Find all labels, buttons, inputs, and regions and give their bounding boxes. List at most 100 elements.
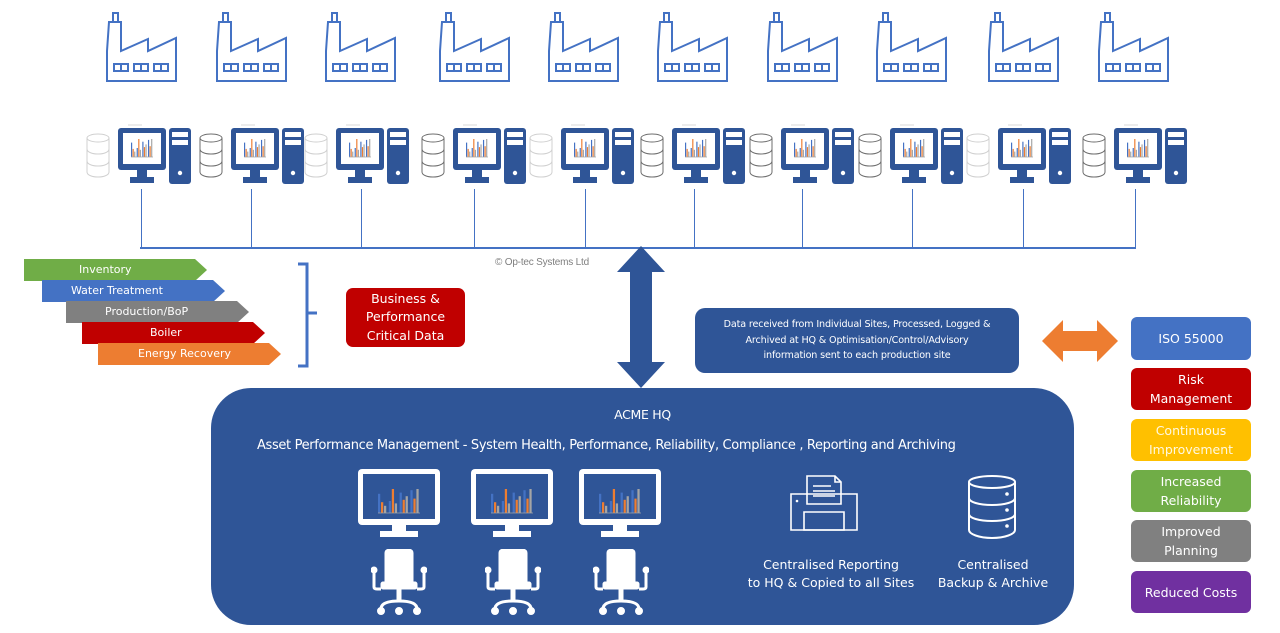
- benefit-label: Reliability: [1160, 493, 1222, 508]
- office-chair-icon: [593, 549, 649, 615]
- category-label: Inventory: [79, 263, 132, 276]
- pc-tower-icon: [504, 128, 526, 184]
- monitor-icon: [781, 128, 829, 183]
- factory-icon: [548, 10, 620, 82]
- network-drop-line: [1135, 189, 1137, 248]
- factory-icon: [1098, 10, 1170, 82]
- benefit-iso-55000: ISO 55000: [1131, 317, 1251, 360]
- critical-data-line: Business &: [371, 290, 440, 306]
- backup-caption-line: Centralised: [957, 557, 1029, 572]
- database-icon: [858, 133, 882, 178]
- network-drop-line: [141, 189, 143, 248]
- site-workstation: [421, 124, 541, 190]
- hq-subtitle: Asset Performance Management - System He…: [257, 438, 956, 453]
- pc-tower-icon: [723, 128, 745, 184]
- benefit-improved-planning: Improved Planning: [1131, 520, 1251, 562]
- bidirectional-vertical-arrow-icon: [617, 246, 665, 388]
- category-label: Production/BoP: [105, 305, 189, 318]
- network-drop-line: [1023, 189, 1025, 248]
- database-icon: [640, 133, 664, 178]
- benefit-label: Risk: [1178, 372, 1204, 387]
- copyright-text: © Op-tec Systems Ltd: [495, 257, 589, 268]
- critical-data-line: Critical Data: [366, 327, 445, 343]
- backup-caption: Centralised Backup & Archive: [933, 556, 1053, 592]
- database-icon: [749, 133, 773, 178]
- data-flow-line: Archived at HQ & Optimisation/Control/Ad…: [745, 334, 969, 346]
- monitor-icon: [118, 128, 166, 183]
- hq-panel: ACME HQ Asset Performance Management - S…: [211, 388, 1074, 625]
- monitor-icon: [998, 128, 1046, 183]
- office-chair-icon: [371, 549, 427, 615]
- site-workstation: [1082, 124, 1202, 190]
- pc-tower-icon: [387, 128, 409, 184]
- network-drop-line: [694, 189, 696, 248]
- database-server-icon: [968, 475, 1016, 540]
- hq-monitor-icon: [579, 469, 661, 537]
- factory-icon: [657, 10, 729, 82]
- monitor-icon: [890, 128, 938, 183]
- pc-tower-icon: [941, 128, 963, 184]
- monitor-icon: [453, 128, 501, 183]
- benefit-label: ISO 55000: [1158, 331, 1224, 346]
- hq-title: ACME HQ: [614, 407, 671, 422]
- bidirectional-horizontal-arrow-icon: [1042, 320, 1118, 362]
- benefit-label: Planning: [1164, 543, 1218, 558]
- site-workstation: [199, 124, 319, 190]
- benefit-label: Increased: [1160, 474, 1222, 489]
- benefit-label: Reduced Costs: [1144, 584, 1238, 600]
- factory-icon: [876, 10, 948, 82]
- backup-caption-line: Backup & Archive: [937, 575, 1049, 590]
- pc-tower-icon: [1049, 128, 1071, 184]
- printer-icon: [790, 475, 858, 531]
- benefit-label: Improvement: [1148, 442, 1234, 457]
- network-drop-line: [361, 189, 363, 248]
- factory-icon: [106, 10, 178, 82]
- category-inventory: Inventory: [24, 259, 207, 281]
- pc-tower-icon: [612, 128, 634, 184]
- network-drop-line: [912, 189, 914, 248]
- benefit-reduced-costs: Reduced Costs: [1131, 571, 1251, 613]
- database-icon: [199, 133, 223, 178]
- benefit-increased-reliability: Increased Reliability: [1131, 470, 1251, 512]
- site-workstation: [966, 124, 1086, 190]
- database-icon: [86, 133, 110, 178]
- category-label: Energy Recovery: [138, 347, 232, 360]
- critical-data-line: Performance: [365, 309, 446, 325]
- database-icon: [421, 133, 445, 178]
- benefit-label: Improved: [1161, 524, 1221, 539]
- benefit-continuous-improvement: Continuous Improvement: [1131, 419, 1251, 461]
- reporting-caption-line: to HQ & Copied to all Sites: [747, 575, 915, 590]
- database-icon: [1082, 133, 1106, 178]
- site-workstation: [749, 124, 869, 190]
- critical-data-box: Business & Performance Critical Data: [346, 288, 465, 347]
- pc-tower-icon: [169, 128, 191, 184]
- category-label: Boiler: [150, 326, 182, 339]
- category-energy-recovery: Energy Recovery: [98, 343, 281, 365]
- category-water-treatment: Water Treatment: [42, 280, 225, 302]
- benefit-label: Continuous: [1155, 423, 1227, 438]
- monitor-icon: [1114, 128, 1162, 183]
- database-icon: [304, 133, 328, 178]
- database-icon: [966, 133, 990, 178]
- pc-tower-icon: [1165, 128, 1187, 184]
- factory-icon: [988, 10, 1060, 82]
- data-flow-line: information sent to each production site: [763, 350, 951, 362]
- site-workstation: [858, 124, 978, 190]
- hq-monitor-icon: [358, 469, 440, 537]
- hq-monitor-icon: [471, 469, 553, 537]
- pc-tower-icon: [282, 128, 304, 184]
- factory-icon: [325, 10, 397, 82]
- database-icon: [529, 133, 553, 178]
- factory-icon: [767, 10, 839, 82]
- site-workstation: [640, 124, 760, 190]
- network-drop-line: [585, 189, 587, 248]
- network-drop-line: [251, 189, 253, 248]
- reporting-caption: Centralised Reporting to HQ & Copied to …: [746, 556, 916, 592]
- site-workstation: [529, 124, 649, 190]
- category-boiler: Boiler: [82, 322, 265, 344]
- site-workstation: [304, 124, 424, 190]
- factory-icon: [216, 10, 288, 82]
- category-label: Water Treatment: [71, 284, 163, 297]
- network-drop-line: [802, 189, 804, 248]
- right-bracket-icon: [298, 262, 317, 368]
